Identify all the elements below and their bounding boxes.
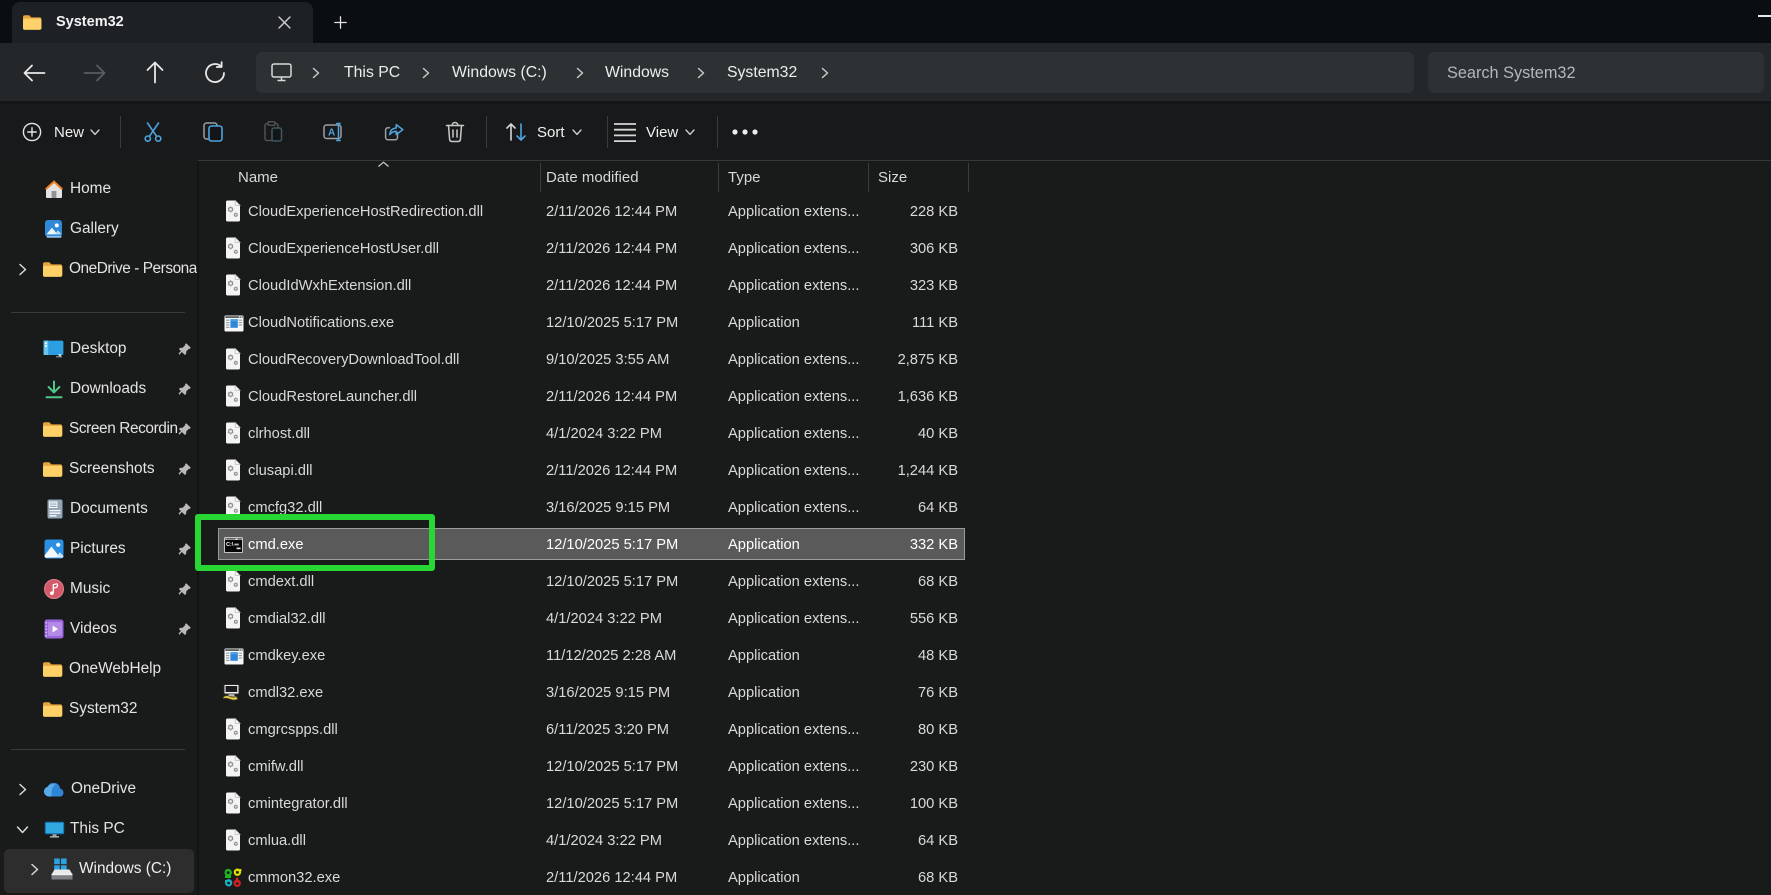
svg-text:A: A bbox=[328, 128, 335, 139]
